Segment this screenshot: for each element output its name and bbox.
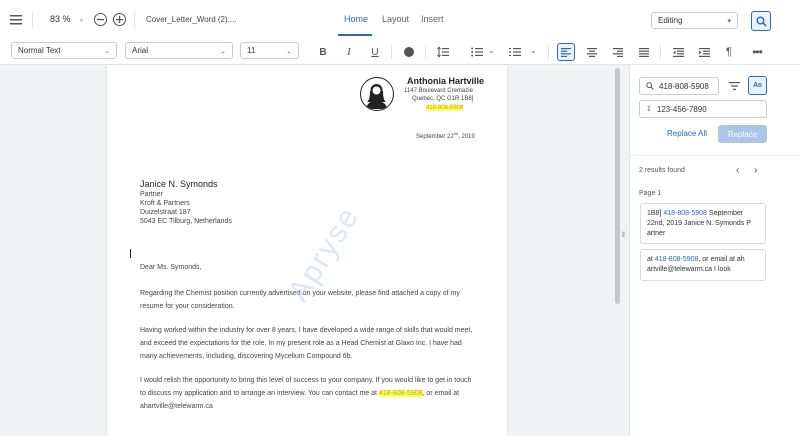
sender-address-line1: 1147 Boulevard Cremazie	[404, 88, 473, 94]
hamburger-menu-icon[interactable]	[8, 12, 24, 28]
chevron-down-icon: ⌄	[286, 47, 292, 55]
zoom-value: 83 %	[50, 14, 71, 24]
format-toolbar: Normal Text ⌄ Arial ⌄ 11 ⌄ B I U ⌄ ⌄ ¶ •…	[0, 40, 800, 65]
font-value: Arial	[132, 46, 149, 55]
panel-resize-handle[interactable]: ‖	[622, 232, 625, 239]
previous-result-icon[interactable]: ‹	[736, 165, 739, 176]
file-name: Cover_Letter_Word (2)....	[146, 15, 237, 24]
align-center-icon[interactable]	[585, 45, 599, 59]
result-pre: 1B8]	[647, 210, 664, 217]
replace-all-button[interactable]: Replace All	[667, 129, 707, 138]
text-cursor	[130, 249, 131, 258]
panel-divider	[630, 155, 800, 156]
body-line: and exceed the expectations for the role…	[140, 340, 462, 347]
tab-layout[interactable]: Layout	[382, 14, 409, 24]
replace-value: 123-456-7890	[656, 104, 707, 114]
document-page[interactable]: Anthonia Hartville 1147 Boulevard Cremaz…	[107, 65, 507, 436]
bullet-list-icon[interactable]	[470, 45, 484, 59]
sender-address-line2: Quebec, QC G1R 1B8]	[412, 96, 474, 102]
body-line-text: to discuss my application and to arrange…	[140, 390, 379, 397]
decrease-indent-icon[interactable]	[671, 45, 685, 59]
align-right-icon[interactable]	[611, 45, 625, 59]
chevron-down-icon: ⌄	[104, 47, 110, 55]
tab-insert[interactable]: Insert	[421, 14, 444, 24]
justify-icon[interactable]	[637, 45, 651, 59]
recipient-line: Partner	[140, 191, 163, 198]
more-options-icon[interactable]: •••	[750, 45, 764, 59]
active-tab-indicator	[338, 34, 372, 36]
avatar-icon	[360, 77, 394, 111]
result-pre: at	[647, 256, 655, 263]
pilcrow-icon[interactable]: ¶	[722, 45, 736, 59]
recipient-line: Duizelstraat 187	[140, 209, 191, 216]
body-line: resume for your consideration.	[140, 303, 235, 310]
recipient-line: Kroft & Partners	[140, 200, 190, 207]
increase-indent-icon[interactable]	[697, 45, 711, 59]
font-size-value: 11	[247, 46, 256, 55]
search-icon	[756, 16, 767, 27]
recipient-name: Janice N. Symonds	[140, 179, 218, 189]
zoom-dropdown[interactable]: 83 % ⌄	[50, 14, 84, 24]
search-input[interactable]: 418-808-5908	[639, 77, 719, 95]
letter-date: September 22nd, 2019	[416, 131, 475, 140]
salutation: Dear Ms. Symonds,	[140, 264, 202, 271]
numbered-list-icon[interactable]	[508, 45, 522, 59]
italic-icon[interactable]: I	[342, 44, 356, 60]
text-style-dropdown[interactable]: Normal Text ⌄	[11, 42, 117, 59]
align-left-icon[interactable]	[557, 43, 575, 61]
top-bar: 83 % ⌄ Cover_Letter_Word (2).... Home La…	[0, 0, 800, 41]
recipient-line: 5043 EC Tilburg, Netherlands	[140, 218, 232, 225]
result-match: 418-808-5908	[654, 256, 699, 263]
sender-name: Anthonia Hartville	[407, 76, 485, 86]
zoom-out-icon[interactable]	[94, 13, 107, 26]
body-line: Having worked within the industry for ov…	[140, 327, 473, 334]
replace-button[interactable]: Replace	[718, 125, 767, 143]
body-phone-highlight: 418-808-5908	[378, 390, 423, 397]
filter-icon[interactable]	[727, 79, 741, 93]
underline-icon[interactable]: U	[368, 44, 382, 60]
font-dropdown[interactable]: Arial ⌄	[125, 42, 233, 59]
scrollbar-thumb[interactable]	[615, 68, 620, 304]
result-match: 418-808-5908	[663, 210, 707, 217]
tab-home[interactable]: Home	[344, 14, 368, 24]
search-icon	[646, 82, 654, 90]
mode-value: Editing	[658, 16, 683, 25]
replace-input[interactable]: ↧ 123-456-7890	[639, 100, 767, 118]
font-size-dropdown[interactable]: 11 ⌄	[240, 42, 299, 59]
date-year: , 2019	[458, 134, 475, 140]
body-line: I would relish the opportunity to bring …	[140, 377, 472, 384]
mode-dropdown[interactable]: Editing ▾	[651, 12, 738, 29]
search-result[interactable]: at 418-808-5908, or email at ah artville…	[640, 249, 766, 281]
chevron-down-icon[interactable]: ⌄	[530, 46, 537, 55]
chevron-down-icon: ▾	[727, 17, 731, 25]
match-case-icon[interactable]: AB	[748, 76, 767, 95]
chevron-down-icon: ⌄	[78, 16, 85, 23]
search-button[interactable]	[751, 11, 771, 31]
page-group-label: Page 1	[639, 190, 662, 197]
body-line: ahartville@telewarm.ca	[140, 403, 213, 410]
body-line-with-phone: to discuss my application and to arrange…	[140, 390, 459, 397]
date-main: September 22	[416, 134, 454, 140]
bold-icon[interactable]: B	[316, 44, 330, 60]
line-spacing-icon[interactable]	[436, 45, 450, 59]
text-color-icon[interactable]	[404, 47, 414, 57]
next-result-icon[interactable]: ›	[754, 165, 757, 176]
results-count: 2 results found	[639, 167, 685, 174]
search-value: 418-808-5908	[659, 81, 709, 91]
replace-icon: ↧	[646, 106, 652, 113]
body-line: many achievements, including, discoverin…	[140, 353, 353, 360]
zoom-in-icon[interactable]	[113, 13, 126, 26]
body-line-text: , or email at	[422, 390, 460, 397]
search-result[interactable]: 1B8] 418-808-5908 September 22nd, 2019 J…	[640, 203, 766, 244]
chevron-down-icon: ⌄	[220, 47, 226, 55]
text-style-value: Normal Text	[18, 46, 61, 55]
sender-phone: 418-808-5908	[426, 105, 464, 111]
chevron-down-icon[interactable]: ⌄	[488, 46, 495, 55]
